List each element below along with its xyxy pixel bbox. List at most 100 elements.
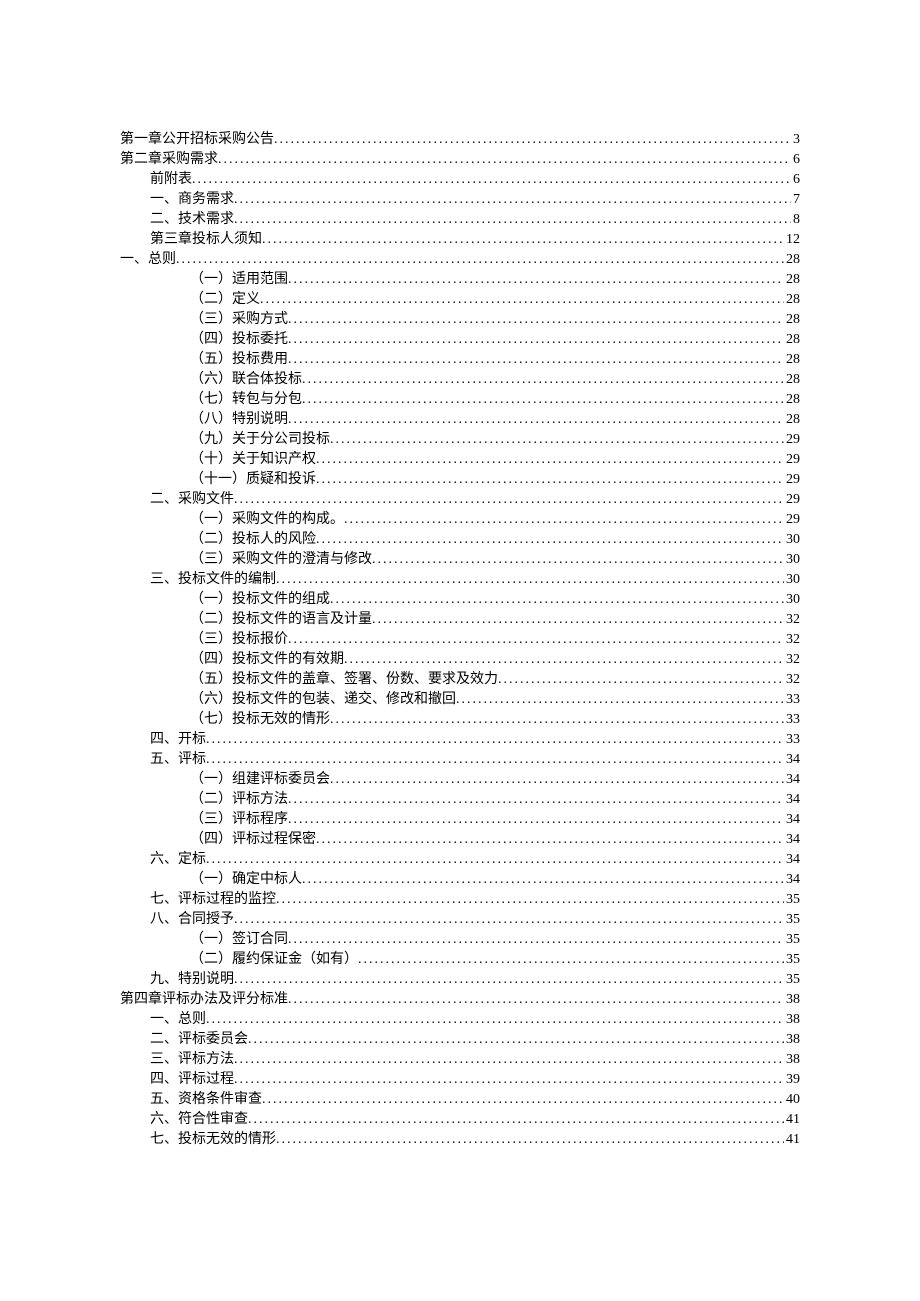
toc-page-number: 28: [784, 290, 800, 310]
toc-entry[interactable]: 前附表6: [120, 170, 800, 190]
toc-entry[interactable]: （十一）质疑和投诉 29: [120, 470, 800, 490]
table-of-contents: 第一章公开招标采购公告3第二章采购需求6前附表6一、商务需求7二、技术需求8第三…: [120, 130, 800, 1150]
toc-entry[interactable]: 四、开标 33: [120, 730, 800, 750]
toc-entry[interactable]: （二）定义 28: [120, 290, 800, 310]
toc-leader-dots: [302, 370, 784, 390]
toc-entry[interactable]: 第三章投标人须知12: [120, 230, 800, 250]
toc-page-number: 32: [784, 610, 800, 630]
toc-leader-dots: [330, 430, 784, 450]
toc-entry[interactable]: （二）投标文件的语言及计量 32: [120, 610, 800, 630]
toc-page-number: 29: [784, 510, 800, 530]
toc-entry[interactable]: （六）联合体投标 28: [120, 370, 800, 390]
toc-entry[interactable]: 六、符合性审查41: [120, 1110, 800, 1130]
toc-entry[interactable]: （八）特别说明 28: [120, 410, 800, 430]
toc-page-number: 41: [784, 1110, 800, 1130]
toc-entry[interactable]: 七、投标无效的情形41: [120, 1130, 800, 1150]
toc-leader-dots: [330, 770, 784, 790]
toc-leader-dots: [192, 170, 791, 190]
toc-label: 二、采购文件: [150, 490, 234, 510]
toc-entry[interactable]: 七、评标过程的监控35: [120, 890, 800, 910]
toc-entry[interactable]: （一）确定中标人 34: [120, 870, 800, 890]
toc-label: （三）评标程序: [190, 810, 288, 830]
toc-leader-dots: [234, 210, 791, 230]
toc-entry[interactable]: 六、定标34: [120, 850, 800, 870]
toc-leader-dots: [330, 590, 784, 610]
toc-leader-dots: [276, 570, 784, 590]
toc-entry[interactable]: 一、总则38: [120, 1010, 800, 1030]
toc-page-number: 33: [784, 710, 800, 730]
toc-page-number: 34: [784, 830, 800, 850]
toc-label: （二）投标文件的语言及计量: [190, 610, 372, 630]
toc-entry[interactable]: 一、总则28: [120, 250, 800, 270]
toc-label: 九、特别说明: [150, 970, 234, 990]
toc-entry[interactable]: 第二章采购需求6: [120, 150, 800, 170]
toc-leader-dots: [288, 630, 784, 650]
toc-label: （二）履约保证金（如有）: [190, 950, 358, 970]
toc-entry[interactable]: （一）采购文件的构成。 29: [120, 510, 800, 530]
toc-leader-dots: [234, 1050, 784, 1070]
toc-entry[interactable]: 三、投标文件的编制30: [120, 570, 800, 590]
toc-label: （一）适用范围: [190, 270, 288, 290]
toc-page-number: 6: [791, 170, 800, 190]
toc-entry[interactable]: （三）投标报价 32: [120, 630, 800, 650]
toc-label: 七、投标无效的情形: [150, 1130, 276, 1150]
toc-entry[interactable]: （二）评标方法 34: [120, 790, 800, 810]
toc-entry[interactable]: 二、评标委员会38: [120, 1030, 800, 1050]
toc-entry[interactable]: （五）投标费用 28: [120, 350, 800, 370]
toc-page-number: 34: [784, 810, 800, 830]
toc-entry[interactable]: （四）投标文件的有效期 32: [120, 650, 800, 670]
toc-page-number: 34: [784, 770, 800, 790]
toc-entry[interactable]: 八、合同授予35: [120, 910, 800, 930]
toc-label: （四）评标过程保密: [190, 830, 316, 850]
toc-entry[interactable]: （三）采购文件的澄清与修改 30: [120, 550, 800, 570]
toc-leader-dots: [288, 270, 784, 290]
toc-entry[interactable]: 五、资格条件审查40: [120, 1090, 800, 1110]
toc-page-number: 38: [784, 1010, 800, 1030]
toc-entry[interactable]: （四）评标过程保密 34: [120, 830, 800, 850]
toc-entry[interactable]: 二、技术需求8: [120, 210, 800, 230]
toc-label: 第四章评标办法及评分标准: [120, 990, 288, 1010]
toc-entry[interactable]: （三）采购方式 28: [120, 310, 800, 330]
toc-entry[interactable]: （六）投标文件的包装、递交、修改和撤回 33: [120, 690, 800, 710]
toc-page-number: 33: [784, 730, 800, 750]
toc-entry[interactable]: （五）投标文件的盖章、签署、份数、要求及效力 32: [120, 670, 800, 690]
toc-page-number: 28: [784, 370, 800, 390]
toc-entry[interactable]: （一）投标文件的组成 30: [120, 590, 800, 610]
toc-leader-dots: [316, 470, 784, 490]
toc-entry[interactable]: （一）组建评标委员会 34: [120, 770, 800, 790]
toc-entry[interactable]: 二、采购文件 29: [120, 490, 800, 510]
toc-entry[interactable]: （一）适用范围 28: [120, 270, 800, 290]
toc-entry[interactable]: （七）投标无效的情形 33: [120, 710, 800, 730]
toc-entry[interactable]: （一）签订合同 35: [120, 930, 800, 950]
toc-leader-dots: [262, 230, 784, 250]
toc-leader-dots: [288, 310, 784, 330]
toc-entry[interactable]: （三）评标程序 34: [120, 810, 800, 830]
toc-page-number: 38: [784, 1030, 800, 1050]
toc-entry[interactable]: 五、评标34: [120, 750, 800, 770]
toc-label: 四、开标: [150, 730, 206, 750]
toc-entry[interactable]: （七）转包与分包 28: [120, 390, 800, 410]
toc-page-number: 28: [784, 350, 800, 370]
toc-entry[interactable]: 九、特别说明35: [120, 970, 800, 990]
toc-label: 五、评标: [150, 750, 206, 770]
toc-label: （十）关于知识产权: [190, 450, 316, 470]
toc-entry[interactable]: 四、评标过程39: [120, 1070, 800, 1090]
toc-entry[interactable]: 一、商务需求7: [120, 190, 800, 210]
toc-entry[interactable]: （二）投标人的风险 30: [120, 530, 800, 550]
toc-entry[interactable]: （二）履约保证金（如有） 35: [120, 950, 800, 970]
toc-leader-dots: [288, 990, 784, 1010]
toc-leader-dots: [288, 810, 784, 830]
toc-page-number: 35: [784, 950, 800, 970]
toc-entry[interactable]: 第一章公开招标采购公告3: [120, 130, 800, 150]
toc-page-number: 29: [784, 490, 800, 510]
toc-leader-dots: [206, 730, 784, 750]
toc-entry[interactable]: （九）关于分公司投标 29: [120, 430, 800, 450]
toc-entry[interactable]: （十）关于知识产权 29: [120, 450, 800, 470]
toc-leader-dots: [248, 1030, 784, 1050]
toc-entry[interactable]: （四）投标委托 28: [120, 330, 800, 350]
toc-leader-dots: [372, 610, 784, 630]
toc-entry[interactable]: 三、评标方法38: [120, 1050, 800, 1070]
toc-page-number: 34: [784, 790, 800, 810]
toc-leader-dots: [316, 830, 784, 850]
toc-entry[interactable]: 第四章评标办法及评分标准38: [120, 990, 800, 1010]
